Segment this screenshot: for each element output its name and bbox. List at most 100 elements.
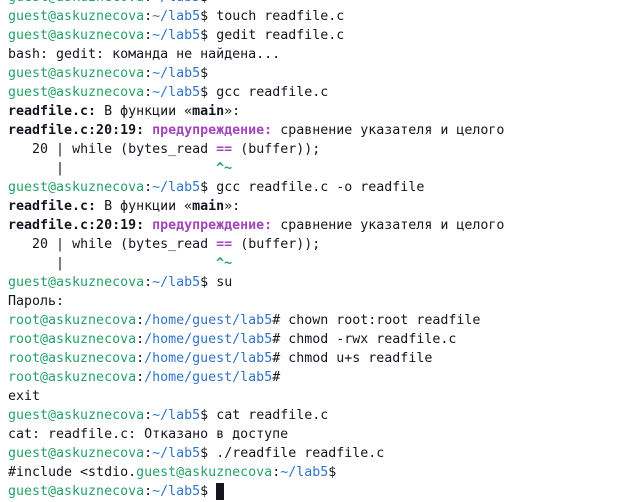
- operator-highlight: ==: [216, 142, 233, 157]
- terminal-output[interactable]: guest@askuznecova:~/lab5$guest@askuzneco…: [8, 0, 624, 501]
- operator-highlight: ==: [216, 237, 233, 252]
- terminal-line: 20 | while (bytes_read == (buffer));: [8, 140, 624, 159]
- terminal-line: exit: [8, 387, 624, 406]
- terminal-line: 20 | while (bytes_read == (buffer));: [8, 235, 624, 254]
- source-code: (buffer));: [232, 142, 321, 157]
- prompt-symbol: $: [200, 28, 209, 43]
- prompt-path: /home/guest/lab5: [144, 370, 273, 385]
- prompt-path: /home/guest/lab5: [144, 351, 273, 366]
- command-text: touch readfile.c: [216, 9, 345, 24]
- prompt-separator: :: [272, 465, 281, 480]
- terminal-line: readfile.c: В функции «main»:: [8, 102, 624, 121]
- prompt-symbol: $: [200, 9, 209, 24]
- prompt-symbol: $: [200, 85, 209, 100]
- terminal-line: root@askuznecova:/home/guest/lab5#: [8, 368, 624, 387]
- prompt-separator: :: [144, 484, 153, 499]
- context-text: »:: [224, 104, 241, 119]
- prompt-path: ~/lab5: [152, 275, 201, 290]
- command-text: gedit readfile.c: [216, 28, 345, 43]
- source-code: (buffer));: [232, 237, 321, 252]
- terminal-line: guest@askuznecova:~/lab5$ gedit readfile…: [8, 26, 624, 45]
- prompt-symbol: #: [272, 370, 281, 385]
- prompt-user-host: guest@askuznecova: [8, 66, 145, 81]
- terminal-line: Пароль:: [8, 292, 624, 311]
- command-text: chown root:root readfile: [288, 313, 481, 328]
- prompt-separator: :: [136, 313, 145, 328]
- source-code: while (bytes_read: [72, 237, 217, 252]
- prompt-user-host: guest@askuznecova: [8, 446, 145, 461]
- prompt-user-host: root@askuznecova: [8, 313, 137, 328]
- command-text: cat readfile.c: [216, 408, 329, 423]
- marker-gutter: |: [56, 161, 65, 176]
- prompt-separator: :: [144, 9, 153, 24]
- prompt-separator: :: [144, 275, 153, 290]
- prompt-user-host: root@askuznecova: [8, 351, 137, 366]
- terminal-line: guest@askuznecova:~/lab5$ cat readfile.c: [8, 406, 624, 425]
- prompt-separator: :: [144, 180, 153, 195]
- source-gutter: |: [56, 142, 65, 157]
- prompt-user-host: guest@askuznecova: [8, 0, 144, 5]
- prompt-symbol: $: [328, 465, 337, 480]
- context-text: В функции «: [96, 199, 193, 214]
- output-text: exit: [8, 389, 41, 404]
- command-text: chmod -rwx readfile.c: [288, 332, 457, 347]
- prompt-path: ~/lab5: [152, 446, 201, 461]
- caret-marker: ^~: [216, 256, 233, 271]
- terminal-line: | ^~: [8, 254, 624, 273]
- source-code: while (bytes_read: [72, 142, 217, 157]
- prompt-user-host: guest@askuznecova: [8, 408, 145, 423]
- warning-label: предупреждение:: [152, 218, 273, 233]
- diagnostic-location: readfile.c:20:19:: [8, 123, 145, 138]
- command-text: gcc readfile.c -o readfile: [216, 180, 425, 195]
- warning-message: сравнение указателя и целого: [280, 218, 505, 233]
- prompt-path: /home/guest/lab5: [144, 313, 273, 328]
- context-text: »:: [224, 199, 241, 214]
- command-text: ./readfile readfile.c: [216, 446, 385, 461]
- marker-gutter: |: [56, 256, 65, 271]
- terminal-line: guest@askuznecova:~/lab5$: [8, 0, 624, 7]
- prompt-symbol: $: [200, 180, 209, 195]
- prompt-path: ~/lab5: [152, 408, 201, 423]
- prompt-path: ~/lab5: [152, 85, 201, 100]
- terminal-line: guest@askuznecova:~/lab5$ gcc readfile.c: [8, 83, 624, 102]
- prompt-separator: :: [144, 28, 153, 43]
- output-text: #include <stdio.: [8, 465, 137, 480]
- terminal-line: readfile.c:20:19: предупреждение: сравне…: [8, 121, 624, 140]
- terminal-line: root@askuznecova:/home/guest/lab5# chmod…: [8, 330, 624, 349]
- prompt-separator: :: [144, 66, 153, 81]
- prompt-separator: :: [144, 0, 152, 5]
- prompt-separator: :: [136, 370, 145, 385]
- prompt-path: ~/lab5: [152, 0, 200, 5]
- command-text: su: [216, 275, 233, 290]
- output-text: Пароль:: [8, 294, 65, 309]
- prompt-symbol: #: [272, 332, 281, 347]
- prompt-user-host: guest@askuznecova: [8, 484, 145, 499]
- source-line-number: 20: [32, 237, 49, 252]
- source-gutter: |: [56, 237, 65, 252]
- context-file: readfile.c:: [8, 104, 97, 119]
- prompt-user-host: root@askuznecova: [8, 370, 137, 385]
- function-name: main: [192, 199, 225, 214]
- terminal-line: guest@askuznecova:~/lab5$ ./readfile rea…: [8, 444, 624, 463]
- output-text: cat: readfile.c: Отказано в доступе: [8, 427, 289, 442]
- terminal-line: root@askuznecova:/home/guest/lab5# chmod…: [8, 349, 624, 368]
- prompt-symbol: $: [200, 446, 209, 461]
- prompt-symbol: #: [272, 351, 281, 366]
- terminal-line: root@askuznecova:/home/guest/lab5# chown…: [8, 311, 624, 330]
- prompt-path: ~/lab5: [280, 465, 329, 480]
- command-text: gcc readfile.c: [216, 85, 329, 100]
- output-text: bash: gedit: команда не найдена...: [8, 47, 281, 62]
- terminal-line: | ^~: [8, 159, 624, 178]
- cursor: [216, 483, 225, 500]
- prompt-user-host: root@askuznecova: [8, 332, 137, 347]
- prompt-separator: :: [136, 332, 145, 347]
- function-name: main: [192, 104, 225, 119]
- prompt-path: /home/guest/lab5: [144, 332, 273, 347]
- prompt-path: ~/lab5: [152, 180, 201, 195]
- diagnostic-location: readfile.c:20:19:: [8, 218, 145, 233]
- prompt-separator: :: [144, 408, 153, 423]
- source-line-number: 20: [32, 142, 49, 157]
- prompt-user-host: guest@askuznecova: [8, 275, 145, 290]
- terminal-line: bash: gedit: команда не найдена...: [8, 45, 624, 64]
- terminal-line: readfile.c:20:19: предупреждение: сравне…: [8, 216, 624, 235]
